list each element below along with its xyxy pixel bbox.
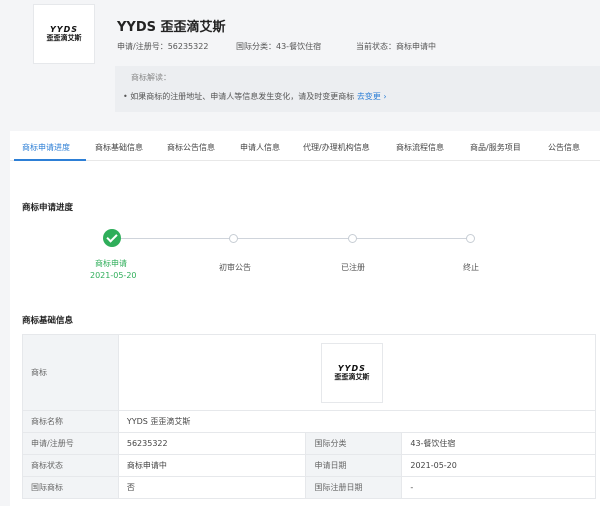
tab-bar: 商标申请进度 商标基础信息 商标公告信息 申请人信息 代理/办理机构信息 商标流…	[10, 131, 600, 161]
trademark-image-label: 商标	[22, 334, 119, 411]
reg-number: 申请/注册号：56235322	[117, 42, 209, 51]
trademark-name-label: 商标名称	[22, 410, 119, 433]
tab-process-info[interactable]: 商标流程信息	[396, 142, 444, 153]
trademark-status-value: 商标申请中	[117, 454, 307, 477]
step-dot-registered	[348, 234, 357, 243]
step-label-registered: 已注册	[341, 263, 365, 272]
intl-trademark-value: 否	[117, 476, 307, 499]
notice-title: 商标解读：	[131, 73, 171, 82]
logo-text-sub: 歪歪滴艾斯	[46, 33, 82, 42]
step-label-terminated: 终止	[463, 263, 479, 272]
intl-class-label: 国际分类	[305, 432, 403, 455]
detail-card: 商标申请进度 商标基础信息 商标公告信息 申请人信息 代理/办理机构信息 商标流…	[10, 131, 600, 506]
step-date-application: 2021-05-20	[90, 271, 137, 280]
tab-application-progress[interactable]: 商标申请进度	[22, 142, 70, 153]
trademark-header: YYDS 歪歪滴艾斯 YYDS 歪歪滴艾斯 申请/注册号：56235322 国际…	[0, 0, 600, 124]
active-tab-indicator	[14, 159, 86, 161]
trademark-logo: YYDS 歪歪滴艾斯	[33, 4, 95, 64]
apply-date-value: 2021-05-20	[401, 454, 596, 477]
apply-date-label: 申请日期	[305, 454, 403, 477]
intl-trademark-label: 国际商标	[22, 476, 119, 499]
intl-class: 国际分类：43-餐饮住宿	[236, 42, 322, 51]
tab-announcement-info[interactable]: 商标公告信息	[167, 142, 215, 153]
basic-info-section-title: 商标基础信息	[22, 316, 74, 326]
trademark-status-label: 商标状态	[22, 454, 119, 477]
logo-text-main: YYDS	[50, 24, 78, 34]
trademark-image-cell: YYDS 歪歪滴艾斯	[117, 334, 597, 411]
reg-number-value: 56235322	[117, 432, 307, 455]
trademark-notice: 商标解读： • 如果商标的注册地址、申请人等信息发生变化，请及时变更商标 去变更…	[115, 66, 600, 112]
step-dot-preliminary	[229, 234, 238, 243]
trademark-image: YYDS 歪歪滴艾斯	[320, 343, 383, 403]
tab-applicant-info[interactable]: 申请人信息	[240, 142, 280, 153]
step-label-preliminary: 初审公告	[219, 263, 251, 272]
change-link[interactable]: 去变更 ›	[357, 92, 387, 101]
tab-notice-info[interactable]: 公告信息	[548, 142, 580, 153]
logo-text-main: YYDS	[337, 363, 366, 373]
tab-goods-services[interactable]: 商品/服务项目	[470, 142, 521, 153]
intl-reg-date-value: -	[401, 476, 596, 499]
basic-info-table: 商标 YYDS 歪歪滴艾斯 商标名称 YYDS 歪歪滴艾斯 申请/注册号 562…	[22, 334, 597, 499]
intl-class-value: 43-餐饮住宿	[401, 432, 596, 455]
tab-agency-info[interactable]: 代理/办理机构信息	[303, 142, 370, 153]
check-icon	[103, 229, 121, 247]
notice-text: • 如果商标的注册地址、申请人等信息发生变化，请及时变更商标 去变更 ›	[123, 91, 387, 102]
step-label-application: 商标申请	[95, 259, 127, 268]
trademark-title: YYDS 歪歪滴艾斯	[117, 20, 226, 35]
trademark-name-value: YYDS 歪歪滴艾斯	[117, 410, 597, 433]
intl-reg-date-label: 国际注册日期	[305, 476, 403, 499]
current-status: 当前状态：商标申请中	[356, 42, 436, 51]
progress-section-title: 商标申请进度	[22, 203, 74, 213]
progress-track	[112, 238, 472, 239]
notice-message: • 如果商标的注册地址、申请人等信息发生变化，请及时变更商标	[123, 92, 355, 101]
tab-basic-info[interactable]: 商标基础信息	[95, 142, 143, 153]
logo-text-sub: 歪歪滴艾斯	[334, 372, 370, 381]
step-dot-terminated	[466, 234, 475, 243]
reg-number-label: 申请/注册号	[22, 432, 119, 455]
